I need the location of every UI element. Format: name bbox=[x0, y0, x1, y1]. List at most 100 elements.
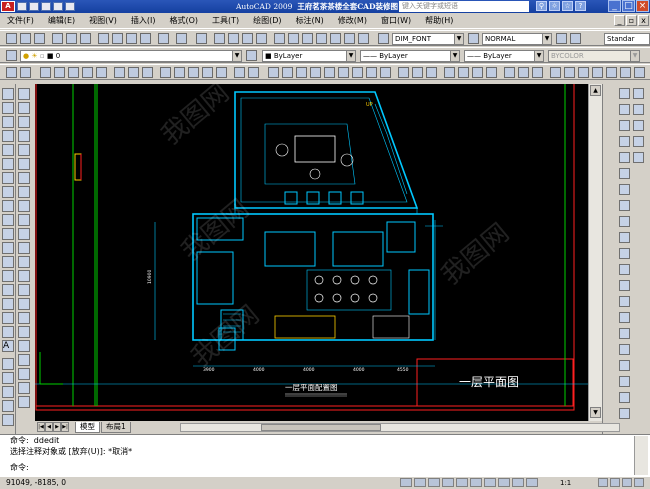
doc-minimize-button[interactable]: _ bbox=[614, 15, 625, 26]
gradient-icon[interactable] bbox=[2, 298, 14, 310]
center-mark-icon[interactable] bbox=[619, 312, 630, 323]
dyn-toggle-icon[interactable] bbox=[498, 478, 510, 487]
tolerance-icon[interactable] bbox=[619, 296, 630, 307]
snap-toggle-icon[interactable] bbox=[400, 478, 412, 487]
snap-nearest-icon[interactable] bbox=[216, 67, 227, 78]
doc-restore-button[interactable]: ▫ bbox=[626, 15, 637, 26]
communication-icon[interactable]: ☼ bbox=[549, 1, 560, 11]
dim-aligned-icon[interactable] bbox=[619, 104, 630, 115]
color-select[interactable]: ■ ByLayer ▼ bbox=[262, 50, 356, 62]
ucs-icon[interactable] bbox=[550, 67, 561, 78]
slice-icon[interactable] bbox=[504, 67, 515, 78]
offset-icon[interactable] bbox=[18, 130, 30, 142]
snap-none-icon[interactable] bbox=[234, 67, 245, 78]
qopen-icon[interactable] bbox=[29, 2, 39, 11]
zoom-icon[interactable] bbox=[633, 104, 644, 115]
cut-icon[interactable] bbox=[98, 33, 109, 44]
ucs-view-icon[interactable] bbox=[620, 67, 631, 78]
command-input[interactable]: 命令: bbox=[10, 463, 29, 473]
text-style-icon[interactable] bbox=[378, 33, 389, 44]
layer-icon[interactable] bbox=[633, 152, 644, 163]
prev-tab-icon[interactable]: ◀ bbox=[45, 422, 53, 432]
scrollbar-thumb[interactable] bbox=[261, 424, 381, 431]
ucs-object-icon[interactable] bbox=[606, 67, 617, 78]
quickcalc-icon[interactable] bbox=[344, 33, 355, 44]
move-icon[interactable] bbox=[18, 158, 30, 170]
pan-icon[interactable] bbox=[214, 33, 225, 44]
3d-move-icon[interactable] bbox=[444, 67, 455, 78]
quick-dim-icon[interactable] bbox=[619, 216, 630, 227]
menu-insert[interactable]: 插入(I) bbox=[124, 15, 163, 26]
cylinder-icon[interactable] bbox=[324, 67, 335, 78]
layer-manager-icon[interactable] bbox=[6, 50, 17, 61]
pyramid-icon[interactable] bbox=[352, 67, 363, 78]
region-icon[interactable] bbox=[2, 312, 14, 324]
undo-icon[interactable] bbox=[53, 2, 63, 11]
last-tab-icon[interactable]: ▶| bbox=[61, 422, 69, 432]
multileader-style-icon[interactable] bbox=[570, 33, 581, 44]
copy-object-icon[interactable] bbox=[18, 102, 30, 114]
linetype-select[interactable]: —— ByLayer ▼ bbox=[360, 50, 460, 62]
dim-style-icon[interactable] bbox=[468, 33, 479, 44]
array-icon[interactable] bbox=[18, 144, 30, 156]
favorites-icon[interactable]: ☆ bbox=[562, 1, 573, 11]
snap-intersection-icon[interactable] bbox=[68, 67, 79, 78]
table-style-icon[interactable] bbox=[556, 33, 567, 44]
scale-icon[interactable] bbox=[18, 186, 30, 198]
table-icon[interactable] bbox=[2, 326, 14, 338]
dim-diameter-icon[interactable] bbox=[619, 184, 630, 195]
menu-window[interactable]: 窗口(W) bbox=[374, 15, 418, 26]
otrack-toggle-icon[interactable] bbox=[470, 478, 482, 487]
dim-style-select[interactable]: NORMAL ▼ bbox=[482, 33, 552, 45]
break-icon[interactable] bbox=[18, 256, 30, 268]
3d-align-icon[interactable] bbox=[472, 67, 483, 78]
stretch-icon[interactable] bbox=[18, 200, 30, 212]
snap-from-icon[interactable] bbox=[20, 67, 31, 78]
horizontal-scrollbar[interactable] bbox=[180, 423, 620, 432]
menu-modify[interactable]: 修改(M) bbox=[331, 15, 374, 26]
erase-icon[interactable] bbox=[18, 88, 30, 100]
dim-update-icon[interactable] bbox=[619, 392, 630, 403]
ducs-toggle-icon[interactable] bbox=[484, 478, 496, 487]
tab-layout1[interactable]: 布局1 bbox=[101, 422, 131, 433]
pan-icon[interactable] bbox=[633, 136, 644, 147]
osnap-toggle-icon[interactable] bbox=[456, 478, 468, 487]
qnew-icon[interactable] bbox=[17, 2, 27, 11]
dim-radius-icon[interactable] bbox=[619, 152, 630, 163]
command-window[interactable]: 命令: ddedit 选择注释对象或 [放弃(U)]: *取消* 命令: bbox=[0, 434, 650, 476]
annotation-scale[interactable]: 1:1 bbox=[560, 477, 571, 489]
revolve-icon[interactable] bbox=[380, 67, 391, 78]
box-icon[interactable] bbox=[268, 67, 279, 78]
snap-apparent-icon[interactable] bbox=[82, 67, 93, 78]
intersect-icon[interactable] bbox=[426, 67, 437, 78]
help-search-input[interactable]: 键入关键字或短语 bbox=[399, 1, 529, 12]
search-icon[interactable]: ⚲ bbox=[536, 1, 547, 11]
tab-model[interactable]: 模型 bbox=[75, 422, 100, 433]
rectangle-icon[interactable] bbox=[2, 144, 14, 156]
hatch-edit-icon[interactable] bbox=[18, 326, 30, 338]
match-properties-icon[interactable] bbox=[140, 33, 151, 44]
dim-text-edit-icon[interactable] bbox=[619, 376, 630, 387]
cone-icon[interactable] bbox=[296, 67, 307, 78]
jogged-linear-icon[interactable] bbox=[619, 344, 630, 355]
fillet-icon[interactable] bbox=[18, 298, 30, 310]
zoom-previous-icon[interactable] bbox=[256, 33, 267, 44]
revision-cloud-icon[interactable] bbox=[2, 186, 14, 198]
menu-view[interactable]: 视图(V) bbox=[82, 15, 124, 26]
dim-edit-icon[interactable] bbox=[619, 360, 630, 371]
lwt-toggle-icon[interactable] bbox=[512, 478, 524, 487]
snap-perpendicular-icon[interactable] bbox=[160, 67, 171, 78]
3d-rotate-icon[interactable] bbox=[458, 67, 469, 78]
dim-space-icon[interactable] bbox=[619, 264, 630, 275]
menu-file[interactable]: 文件(F) bbox=[0, 15, 41, 26]
sphere-icon[interactable] bbox=[310, 67, 321, 78]
zoom-window-icon[interactable] bbox=[2, 372, 14, 384]
redo-icon[interactable] bbox=[65, 2, 75, 11]
command-scrollbar[interactable] bbox=[634, 436, 648, 475]
inspection-icon[interactable] bbox=[619, 328, 630, 339]
workspace-icon[interactable] bbox=[610, 478, 620, 487]
redo-icon[interactable] bbox=[196, 33, 207, 44]
vertical-scrollbar[interactable]: ▲ ▼ bbox=[588, 84, 602, 421]
hatch-icon[interactable] bbox=[633, 120, 644, 131]
menu-dimension[interactable]: 标注(N) bbox=[289, 15, 331, 26]
